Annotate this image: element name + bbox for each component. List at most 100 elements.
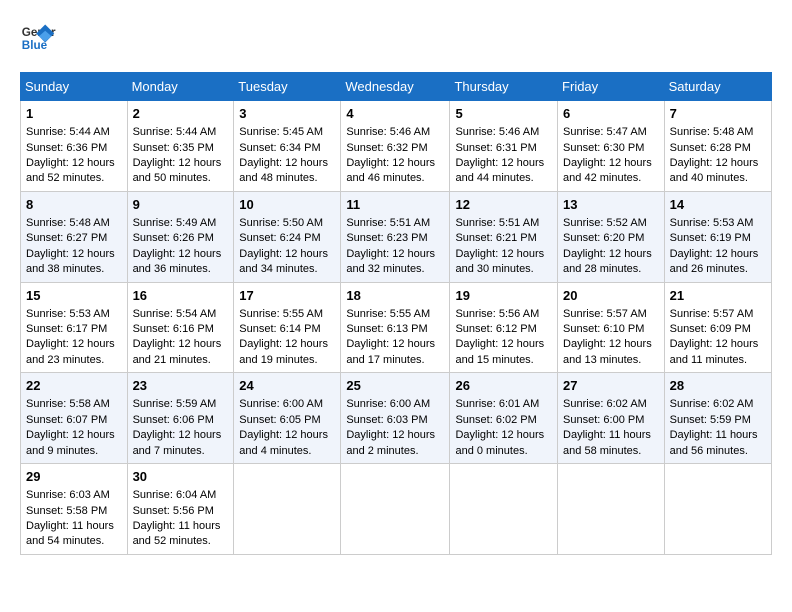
calendar-cell: 13 Sunrise: 5:52 AM Sunset: 6:20 PM Dayl… [558, 191, 665, 282]
sunset-label: Sunset: 6:09 PM [670, 323, 751, 335]
day-number: 18 [346, 287, 444, 305]
sunrise-label: Sunrise: 5:53 AM [670, 217, 754, 229]
calendar-cell: 20 Sunrise: 5:57 AM Sunset: 6:10 PM Dayl… [558, 282, 665, 373]
sunset-label: Sunset: 6:34 PM [239, 142, 320, 154]
sunset-label: Sunset: 6:16 PM [133, 323, 214, 335]
day-number: 9 [133, 196, 229, 214]
daylight-label: Daylight: 12 hours and 21 minutes. [133, 338, 222, 365]
daylight-label: Daylight: 11 hours and 58 minutes. [563, 429, 651, 456]
daylight-label: Daylight: 12 hours and 0 minutes. [455, 429, 544, 456]
sunrise-label: Sunrise: 6:00 AM [239, 398, 323, 410]
calendar-cell: 3 Sunrise: 5:45 AM Sunset: 6:34 PM Dayli… [234, 101, 341, 192]
day-number: 6 [563, 105, 659, 123]
calendar-table: Sunday Monday Tuesday Wednesday Thursday… [20, 72, 772, 555]
sunrise-label: Sunrise: 5:45 AM [239, 126, 323, 138]
day-number: 22 [26, 377, 122, 395]
calendar-cell: 15 Sunrise: 5:53 AM Sunset: 6:17 PM Dayl… [21, 282, 128, 373]
daylight-label: Daylight: 11 hours and 56 minutes. [670, 429, 758, 456]
calendar-cell: 2 Sunrise: 5:44 AM Sunset: 6:35 PM Dayli… [127, 101, 234, 192]
sunset-label: Sunset: 6:19 PM [670, 232, 751, 244]
sunrise-label: Sunrise: 6:00 AM [346, 398, 430, 410]
daylight-label: Daylight: 12 hours and 4 minutes. [239, 429, 328, 456]
day-number: 5 [455, 105, 552, 123]
calendar-cell: 27 Sunrise: 6:02 AM Sunset: 6:00 PM Dayl… [558, 373, 665, 464]
calendar-cell: 6 Sunrise: 5:47 AM Sunset: 6:30 PM Dayli… [558, 101, 665, 192]
day-number: 13 [563, 196, 659, 214]
sunrise-label: Sunrise: 5:56 AM [455, 308, 539, 320]
day-number: 10 [239, 196, 335, 214]
sunrise-label: Sunrise: 5:54 AM [133, 308, 217, 320]
daylight-label: Daylight: 12 hours and 17 minutes. [346, 338, 435, 365]
calendar-cell: 29 Sunrise: 6:03 AM Sunset: 5:58 PM Dayl… [21, 464, 128, 555]
day-number: 30 [133, 468, 229, 486]
sunrise-label: Sunrise: 5:44 AM [133, 126, 217, 138]
sunrise-label: Sunrise: 5:44 AM [26, 126, 110, 138]
sunset-label: Sunset: 6:23 PM [346, 232, 427, 244]
daylight-label: Daylight: 12 hours and 52 minutes. [26, 157, 115, 184]
sunset-label: Sunset: 5:56 PM [133, 505, 214, 517]
calendar-cell: 22 Sunrise: 5:58 AM Sunset: 6:07 PM Dayl… [21, 373, 128, 464]
daylight-label: Daylight: 12 hours and 46 minutes. [346, 157, 435, 184]
col-thursday: Thursday [450, 73, 558, 101]
day-number: 21 [670, 287, 766, 305]
daylight-label: Daylight: 11 hours and 54 minutes. [26, 520, 114, 547]
day-number: 17 [239, 287, 335, 305]
sunset-label: Sunset: 6:20 PM [563, 232, 644, 244]
calendar-cell: 9 Sunrise: 5:49 AM Sunset: 6:26 PM Dayli… [127, 191, 234, 282]
sunrise-label: Sunrise: 6:01 AM [455, 398, 539, 410]
calendar-cell [450, 464, 558, 555]
sunrise-label: Sunrise: 5:53 AM [26, 308, 110, 320]
sunset-label: Sunset: 6:07 PM [26, 414, 107, 426]
week-row: 8 Sunrise: 5:48 AM Sunset: 6:27 PM Dayli… [21, 191, 772, 282]
sunrise-label: Sunrise: 5:47 AM [563, 126, 647, 138]
sunrise-label: Sunrise: 6:04 AM [133, 489, 217, 501]
sunrise-label: Sunrise: 5:49 AM [133, 217, 217, 229]
sunset-label: Sunset: 6:05 PM [239, 414, 320, 426]
calendar-cell: 10 Sunrise: 5:50 AM Sunset: 6:24 PM Dayl… [234, 191, 341, 282]
sunrise-label: Sunrise: 5:46 AM [455, 126, 539, 138]
col-friday: Friday [558, 73, 665, 101]
calendar-cell: 1 Sunrise: 5:44 AM Sunset: 6:36 PM Dayli… [21, 101, 128, 192]
sunrise-label: Sunrise: 5:57 AM [563, 308, 647, 320]
daylight-label: Daylight: 12 hours and 7 minutes. [133, 429, 222, 456]
calendar-cell: 11 Sunrise: 5:51 AM Sunset: 6:23 PM Dayl… [341, 191, 450, 282]
calendar-cell: 26 Sunrise: 6:01 AM Sunset: 6:02 PM Dayl… [450, 373, 558, 464]
day-number: 27 [563, 377, 659, 395]
logo-icon: General Blue [20, 20, 56, 56]
calendar-cell: 18 Sunrise: 5:55 AM Sunset: 6:13 PM Dayl… [341, 282, 450, 373]
day-number: 19 [455, 287, 552, 305]
daylight-label: Daylight: 12 hours and 15 minutes. [455, 338, 544, 365]
sunrise-label: Sunrise: 5:55 AM [346, 308, 430, 320]
calendar-cell: 17 Sunrise: 5:55 AM Sunset: 6:14 PM Dayl… [234, 282, 341, 373]
sunrise-label: Sunrise: 5:57 AM [670, 308, 754, 320]
sunset-label: Sunset: 6:30 PM [563, 142, 644, 154]
sunrise-label: Sunrise: 5:46 AM [346, 126, 430, 138]
day-number: 4 [346, 105, 444, 123]
sunset-label: Sunset: 6:06 PM [133, 414, 214, 426]
sunrise-label: Sunrise: 5:48 AM [670, 126, 754, 138]
sunset-label: Sunset: 6:17 PM [26, 323, 107, 335]
daylight-label: Daylight: 12 hours and 19 minutes. [239, 338, 328, 365]
daylight-label: Daylight: 12 hours and 48 minutes. [239, 157, 328, 184]
day-number: 23 [133, 377, 229, 395]
sunrise-label: Sunrise: 6:02 AM [563, 398, 647, 410]
week-row: 1 Sunrise: 5:44 AM Sunset: 6:36 PM Dayli… [21, 101, 772, 192]
daylight-label: Daylight: 12 hours and 30 minutes. [455, 248, 544, 275]
sunset-label: Sunset: 6:02 PM [455, 414, 536, 426]
calendar-cell [558, 464, 665, 555]
sunset-label: Sunset: 6:31 PM [455, 142, 536, 154]
calendar-cell: 4 Sunrise: 5:46 AM Sunset: 6:32 PM Dayli… [341, 101, 450, 192]
sunset-label: Sunset: 6:03 PM [346, 414, 427, 426]
sunset-label: Sunset: 6:35 PM [133, 142, 214, 154]
calendar-cell: 30 Sunrise: 6:04 AM Sunset: 5:56 PM Dayl… [127, 464, 234, 555]
sunset-label: Sunset: 6:10 PM [563, 323, 644, 335]
daylight-label: Daylight: 12 hours and 2 minutes. [346, 429, 435, 456]
col-saturday: Saturday [664, 73, 771, 101]
header-row: Sunday Monday Tuesday Wednesday Thursday… [21, 73, 772, 101]
day-number: 8 [26, 196, 122, 214]
col-sunday: Sunday [21, 73, 128, 101]
col-tuesday: Tuesday [234, 73, 341, 101]
day-number: 15 [26, 287, 122, 305]
daylight-label: Daylight: 12 hours and 40 minutes. [670, 157, 759, 184]
daylight-label: Daylight: 12 hours and 50 minutes. [133, 157, 222, 184]
